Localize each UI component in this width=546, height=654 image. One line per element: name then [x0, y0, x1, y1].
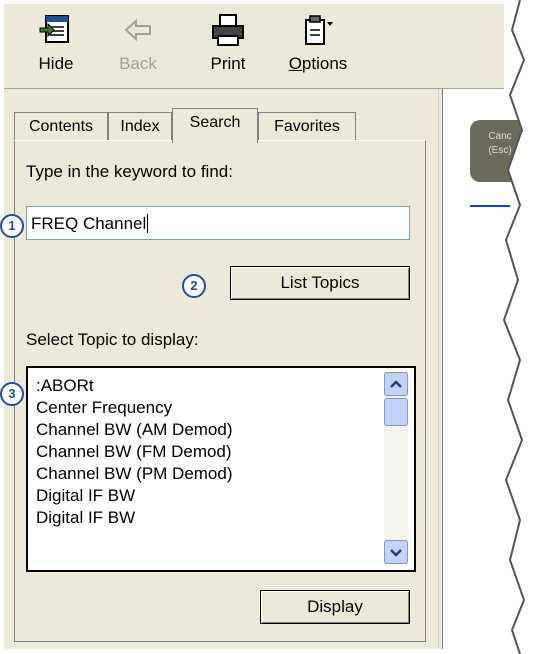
- callout-3: 3: [0, 382, 24, 406]
- display-label: Display: [307, 597, 363, 616]
- list-item[interactable]: Digital IF BW: [36, 508, 135, 528]
- back-button[interactable]: Back: [100, 10, 176, 84]
- select-topic-prompt: Select Topic to display:: [26, 330, 199, 349]
- keyword-input[interactable]: FREQ Channel: [26, 206, 410, 240]
- scroll-thumb[interactable]: [384, 398, 408, 426]
- tab-index[interactable]: Index: [108, 112, 172, 141]
- hide-icon: [39, 15, 69, 43]
- print-button[interactable]: Print: [190, 10, 266, 84]
- options-button[interactable]: Options: [280, 10, 356, 84]
- back-arrow-icon: [124, 18, 151, 42]
- chevron-up-icon: [390, 380, 402, 388]
- list-item[interactable]: :ABORt: [36, 376, 94, 396]
- list-topics-label: List Topics: [280, 273, 360, 292]
- tab-favorites-label: Favorites: [274, 118, 340, 135]
- display-button[interactable]: Display: [260, 590, 410, 624]
- keyword-input-value: FREQ Channel: [31, 214, 147, 233]
- scroll-up-button[interactable]: [384, 372, 408, 396]
- options-label: Options: [288, 54, 348, 73]
- list-item[interactable]: Digital IF BW: [36, 486, 135, 506]
- hide-label: Hide: [38, 54, 74, 73]
- options-label-rest: ptions: [301, 54, 348, 73]
- scroll-down-button[interactable]: [384, 540, 408, 564]
- tab-contents[interactable]: Contents: [14, 112, 108, 141]
- tab-search-label: Search: [189, 114, 241, 131]
- tab-search[interactable]: Search: [172, 108, 258, 143]
- tab-index-label: Index: [120, 118, 160, 135]
- chevron-down-icon: [390, 549, 402, 557]
- list-topics-button[interactable]: List Topics: [230, 266, 410, 300]
- help-window: Hide Back Print Options Contents Index S…: [0, 0, 546, 654]
- list-item[interactable]: Channel BW (FM Demod): [36, 442, 232, 462]
- topics-list[interactable]: :ABORt Center Frequency Channel BW (AM D…: [26, 366, 416, 572]
- tab-contents-label: Contents: [28, 118, 94, 135]
- topics-scrollbar[interactable]: [384, 372, 408, 564]
- callout-1: 1: [0, 214, 24, 238]
- callout-2: 2: [182, 274, 206, 298]
- list-item[interactable]: Channel BW (PM Demod): [36, 464, 233, 484]
- back-label: Back: [119, 54, 157, 73]
- list-item[interactable]: Channel BW (AM Demod): [36, 420, 233, 440]
- options-icon: [305, 15, 333, 45]
- printer-icon: [212, 14, 244, 46]
- tab-favorites[interactable]: Favorites: [258, 112, 356, 141]
- print-label: Print: [210, 54, 246, 73]
- toolbar: Hide Back Print Options: [4, 4, 504, 89]
- hide-button[interactable]: Hide: [18, 10, 94, 84]
- list-item[interactable]: Center Frequency: [36, 398, 172, 418]
- torn-edge: [502, 0, 546, 654]
- keyword-prompt: Type in the keyword to find:: [26, 162, 233, 181]
